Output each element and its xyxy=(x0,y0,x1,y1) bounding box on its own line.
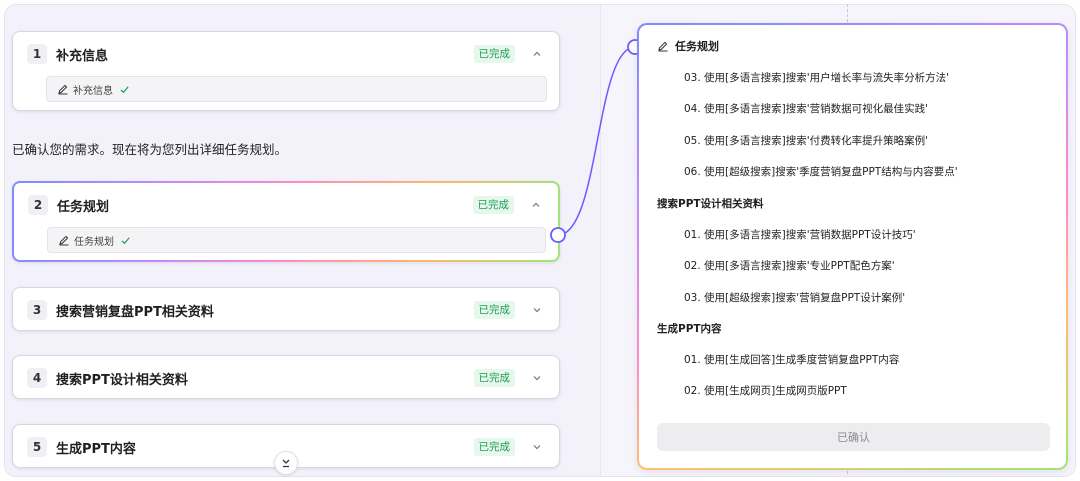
plan-item: 02. 使用[多语言搜索]搜索'专业PPT配色方案' xyxy=(684,260,895,272)
plan-section-heading: 搜索PPT设计相关资料 xyxy=(657,198,764,210)
plan-item: 06. 使用[超级搜索]搜索'季度营销复盘PPT结构与内容要点' xyxy=(684,166,958,178)
status-badge: 已完成 xyxy=(473,301,515,319)
pencil-icon xyxy=(658,41,668,52)
plan-section-heading: 生成PPT内容 xyxy=(657,323,722,335)
step-title: 任务规划 xyxy=(57,199,110,215)
status-badge: 已完成 xyxy=(473,369,515,387)
step-number: 4 xyxy=(27,368,47,388)
plan-item: 01. 使用[多语言搜索]搜索'营销数据PPT设计技巧' xyxy=(684,229,916,241)
plan-item: 04. 使用[多语言搜索]搜索'营销数据可视化最佳实践' xyxy=(684,103,929,115)
step-number: 2 xyxy=(28,195,48,215)
step-title: 搜索PPT设计相关资料 xyxy=(56,372,188,388)
substep-chip[interactable]: 补充信息 xyxy=(46,76,547,102)
step-number: 3 xyxy=(27,300,47,320)
plan-item: 03. 使用[多语言搜索]搜索'用户增长率与流失率分析方法' xyxy=(684,72,950,84)
plan-item: 03. 使用[超级搜索]搜索'营销复盘PPT设计案例' xyxy=(684,292,906,304)
plan-title-label: 任务规划 xyxy=(675,40,719,53)
confirm-message: 已确认您的需求。现在将为您列出详细任务规划。 xyxy=(12,142,288,157)
step-title: 搜索营销复盘PPT相关资料 xyxy=(56,304,214,320)
chevron-down-icon[interactable] xyxy=(529,302,545,318)
confirmed-button[interactable]: 已确认 xyxy=(657,423,1050,451)
plan-title: 任务规划 xyxy=(657,38,719,54)
double-chevron-down-icon xyxy=(282,459,290,468)
plan-item: 02. 使用[生成网页]生成网页版PPT xyxy=(684,385,847,397)
status-badge: 已完成 xyxy=(473,438,515,456)
step-card-2[interactable]: 2 任务规划 已完成 任务规划 xyxy=(12,181,560,262)
step-card-4[interactable]: 4 搜索PPT设计相关资料 已完成 xyxy=(12,355,560,399)
step-card-1[interactable]: 1 补充信息 已完成 补充信息 xyxy=(12,31,560,111)
check-icon xyxy=(121,236,130,244)
pencil-icon xyxy=(58,84,68,95)
chevron-down-icon[interactable] xyxy=(529,439,545,455)
step-card-3[interactable]: 3 搜索营销复盘PPT相关资料 已完成 xyxy=(12,287,560,331)
status-badge: 已完成 xyxy=(473,45,515,63)
scroll-to-bottom-button[interactable] xyxy=(274,451,298,475)
plan-item: 05. 使用[多语言搜索]搜索'付费转化率提升策略案例' xyxy=(684,135,929,147)
plan-item: 01. 使用[生成回答]生成季度营销复盘PPT内容 xyxy=(684,354,900,366)
step-title: 生成PPT内容 xyxy=(56,441,136,457)
step-number: 1 xyxy=(27,44,47,64)
pencil-icon xyxy=(59,235,69,246)
step-title: 补充信息 xyxy=(56,48,109,64)
substep-label: 任务规划 xyxy=(74,236,114,248)
substep-label: 补充信息 xyxy=(73,85,113,97)
chevron-down-icon[interactable] xyxy=(529,370,545,386)
check-icon xyxy=(120,85,129,93)
status-badge: 已完成 xyxy=(472,196,514,214)
task-plan-panel: 任务规划 03. 使用[多语言搜索]搜索'用户增长率与流失率分析方法' 04. … xyxy=(637,23,1068,470)
substep-chip[interactable]: 任务规划 xyxy=(47,227,546,253)
step-number: 5 xyxy=(27,437,47,457)
